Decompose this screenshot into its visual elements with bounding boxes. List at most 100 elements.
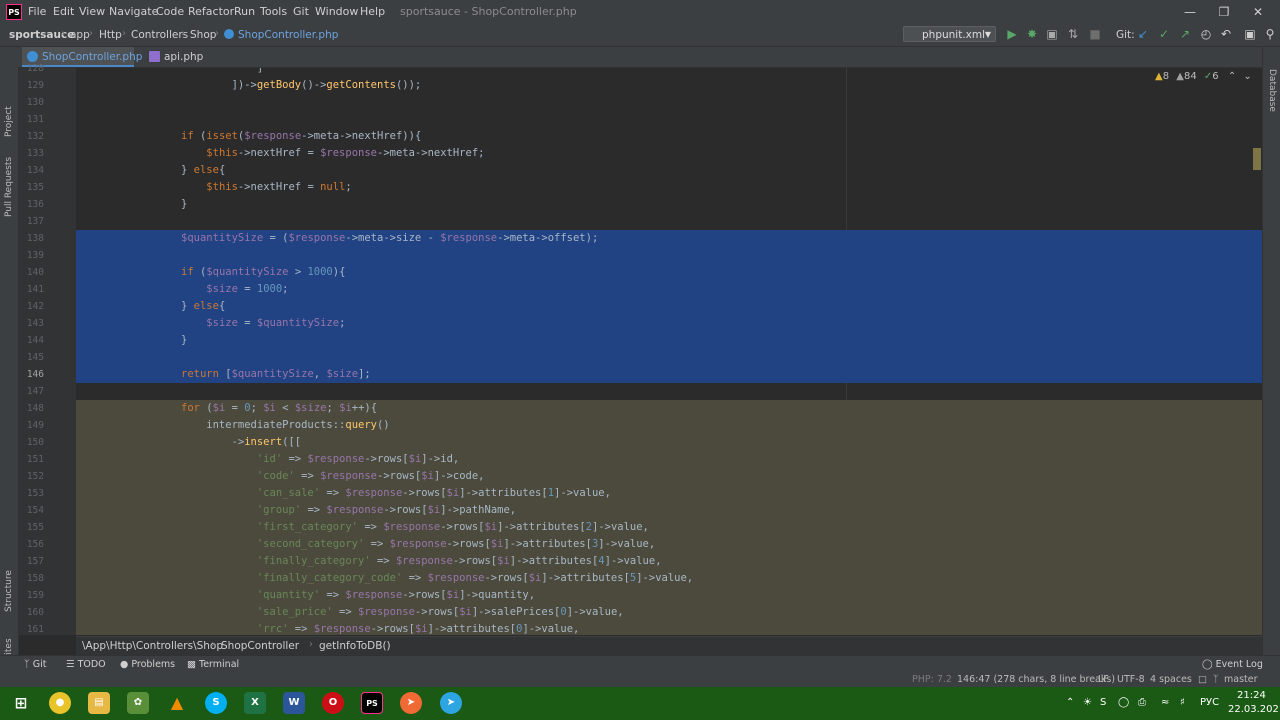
- tray-sync-icon[interactable]: ◯: [1118, 697, 1129, 708]
- run-icon[interactable]: ▶: [1005, 27, 1019, 41]
- code-line[interactable]: ->insert([[: [76, 434, 1262, 451]
- minimize-icon[interactable]: —: [1176, 3, 1204, 21]
- clock-date[interactable]: 22.03.2021: [1228, 704, 1280, 715]
- code-line[interactable]: $this->nextHref = $response->meta->nextH…: [76, 145, 1262, 162]
- telegram-icon[interactable]: ➤: [440, 692, 462, 714]
- structure-tool-button[interactable]: Structure: [4, 570, 14, 612]
- pull-requests-tool-button[interactable]: Pull Requests: [4, 157, 14, 217]
- code-line[interactable]: } else{: [76, 162, 1262, 179]
- code-line[interactable]: 'can_sale' => $response->rows[$i]->attri…: [76, 485, 1262, 502]
- code-line[interactable]: 'first_category' => $response->rows[$i]-…: [76, 519, 1262, 536]
- chevron-down-icon[interactable]: ⌄: [1243, 71, 1251, 82]
- menu-tools[interactable]: Tools: [260, 5, 287, 18]
- code-line[interactable]: return [$quantitySize, $size];: [76, 366, 1262, 383]
- code-line[interactable]: }: [76, 196, 1262, 213]
- breadcrumb-shop[interactable]: Shop: [190, 29, 216, 41]
- code-line[interactable]: ]: [76, 68, 1262, 77]
- phpstorm-taskbar-icon[interactable]: PS: [361, 692, 383, 714]
- menu-code[interactable]: Code: [156, 5, 184, 18]
- breadcrumb-http[interactable]: Http: [99, 29, 122, 41]
- opera-icon[interactable]: O: [322, 692, 344, 714]
- postman-icon[interactable]: ➤: [400, 692, 422, 714]
- debug-icon[interactable]: ✸: [1025, 27, 1039, 41]
- code-line[interactable]: [76, 111, 1262, 128]
- php-version[interactable]: PHP: 7.2: [912, 674, 952, 685]
- code-line[interactable]: [76, 383, 1262, 400]
- tray-up-icon[interactable]: ⌃: [1066, 697, 1074, 708]
- code-line[interactable]: 'sale_price' => $response->rows[$i]->sal…: [76, 604, 1262, 621]
- tab-api[interactable]: api.php: [144, 47, 214, 67]
- breadcrumb-file[interactable]: ShopController.php: [238, 29, 338, 41]
- menu-window[interactable]: Window: [315, 5, 358, 18]
- database-tool-button[interactable]: Database: [1267, 69, 1277, 112]
- caret-position[interactable]: 146:47 (278 chars, 8 line breaks): [957, 674, 1115, 685]
- clock-time[interactable]: 21:24: [1237, 690, 1266, 701]
- rollback-icon[interactable]: ↶: [1219, 27, 1233, 41]
- word-icon[interactable]: W: [283, 692, 305, 714]
- code-line[interactable]: 'id' => $response->rows[$i]->id,: [76, 451, 1262, 468]
- menu-refactor[interactable]: Refactor: [188, 5, 234, 18]
- file-encoding[interactable]: UTF-8: [1117, 674, 1145, 685]
- tray-printer-icon[interactable]: ⎙: [1138, 697, 1146, 708]
- code-line[interactable]: for ($i = 0; $i < $size; $i++){: [76, 400, 1262, 417]
- menu-file[interactable]: File: [28, 5, 46, 18]
- code-line[interactable]: ])->getBody()->getContents());: [76, 77, 1262, 94]
- terminal-tool-button[interactable]: ▩ Terminal: [187, 659, 239, 670]
- code-line[interactable]: 'code' => $response->rows[$i]->code,: [76, 468, 1262, 485]
- chevron-up-icon[interactable]: ⌃: [1228, 71, 1236, 82]
- project-tool-button[interactable]: Project: [4, 106, 14, 137]
- profile-icon[interactable]: ⇅: [1066, 27, 1080, 41]
- restore-icon[interactable]: ❐: [1210, 3, 1238, 21]
- code-line[interactable]: if (isset($response->meta->nextHref)){: [76, 128, 1262, 145]
- code-line[interactable]: 'rrc' => $response->rows[$i]->attributes…: [76, 621, 1262, 635]
- problems-tool-button[interactable]: ● Problems: [120, 659, 175, 670]
- code-line[interactable]: $this->nextHref = null;: [76, 179, 1262, 196]
- language-indicator[interactable]: РУС: [1200, 697, 1219, 708]
- crumb-namespace[interactable]: \App\Http\Controllers\Shop: [82, 640, 223, 652]
- stop-icon[interactable]: ■: [1088, 27, 1102, 41]
- todo-tool-button[interactable]: ☰ TODO: [66, 659, 106, 670]
- chrome-icon[interactable]: ●: [49, 692, 71, 714]
- git-commit-icon[interactable]: ✓: [1157, 27, 1171, 41]
- inspection-widget[interactable]: ▲8 ▲84 ✓6 ⌃ ⌄: [1155, 71, 1252, 82]
- menu-git[interactable]: Git: [293, 5, 309, 18]
- code-line[interactable]: } else{: [76, 298, 1262, 315]
- presentation-icon[interactable]: ▣: [1243, 27, 1257, 41]
- code-line[interactable]: $size = $quantitySize;: [76, 315, 1262, 332]
- menu-edit[interactable]: Edit: [53, 5, 74, 18]
- run-configuration-select[interactable]: phpunit.xml ▼: [903, 26, 996, 42]
- git-branch[interactable]: master: [1224, 674, 1258, 685]
- code-line[interactable]: 'quantity' => $response->rows[$i]->quant…: [76, 587, 1262, 604]
- code-line[interactable]: if ($quantitySize > 1000){: [76, 264, 1262, 281]
- code-line[interactable]: [76, 213, 1262, 230]
- volume-icon[interactable]: ♯: [1180, 697, 1185, 708]
- breadcrumb-controllers[interactable]: Controllers: [131, 29, 188, 41]
- code-line[interactable]: 'finally_category' => $response->rows[$i…: [76, 553, 1262, 570]
- tray-skype-icon[interactable]: S: [1100, 697, 1106, 708]
- code-line[interactable]: 'group' => $response->rows[$i]->pathName…: [76, 502, 1262, 519]
- skype-icon[interactable]: S: [205, 692, 227, 714]
- git-push-icon[interactable]: ↗: [1178, 27, 1192, 41]
- code-editor[interactable]: ] ])->getBody()->getContents()); if (isse…: [76, 68, 1262, 635]
- code-line[interactable]: [76, 94, 1262, 111]
- code-line[interactable]: 'second_category' => $response->rows[$i]…: [76, 536, 1262, 553]
- code-line[interactable]: $quantitySize = ($response->meta->size -…: [76, 230, 1262, 247]
- close-icon[interactable]: ✕: [1244, 3, 1272, 21]
- git-update-icon[interactable]: ↙: [1136, 27, 1150, 41]
- crumb-class[interactable]: ShopController: [221, 640, 299, 652]
- menu-help[interactable]: Help: [360, 5, 385, 18]
- wifi-icon[interactable]: ≈: [1161, 697, 1169, 708]
- code-line[interactable]: [76, 247, 1262, 264]
- search-icon[interactable]: ⚲: [1263, 27, 1277, 41]
- lock-icon[interactable]: □: [1198, 674, 1207, 685]
- code-line[interactable]: }: [76, 332, 1262, 349]
- code-line[interactable]: [76, 349, 1262, 366]
- paint-icon[interactable]: ✿: [127, 692, 149, 714]
- excel-icon[interactable]: X: [244, 692, 266, 714]
- vlc-icon[interactable]: ▲: [166, 692, 188, 714]
- windows-start-icon[interactable]: ⊞: [10, 692, 32, 714]
- git-tool-button[interactable]: ᛉ Git: [24, 659, 46, 670]
- line-separator[interactable]: LF: [1098, 674, 1109, 685]
- event-log-button[interactable]: ◯ Event Log: [1202, 659, 1263, 670]
- phpstorm-logo-icon[interactable]: PS: [6, 4, 22, 20]
